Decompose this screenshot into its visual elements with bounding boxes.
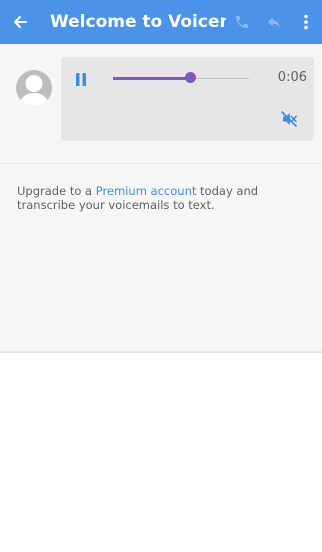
avatar	[16, 70, 52, 106]
section-divider	[0, 163, 322, 164]
mute-button[interactable]	[277, 107, 301, 131]
call-button[interactable]	[226, 0, 258, 44]
reply-button[interactable]	[258, 0, 290, 44]
seek-bar-track[interactable]	[191, 78, 249, 79]
back-button[interactable]	[0, 0, 40, 44]
content-bottom-divider	[0, 351, 322, 353]
seek-bar-thumb[interactable]	[185, 72, 196, 83]
playback-time: 0:06	[277, 70, 307, 85]
more-options-button[interactable]	[290, 0, 322, 44]
pause-button[interactable]	[71, 69, 91, 89]
back-arrow-icon	[14, 16, 27, 28]
more-vertical-icon	[304, 14, 308, 30]
speaker-muted-icon	[281, 111, 297, 127]
app-bar: Welcome to Voicem...	[0, 0, 322, 44]
page-title: Welcome to Voicem...	[50, 12, 226, 32]
upgrade-text-prefix: Upgrade to a	[17, 184, 96, 198]
upgrade-message: Upgrade to a Premium account today and t…	[17, 184, 317, 212]
reply-icon	[268, 17, 280, 28]
phone-icon	[236, 16, 248, 28]
seek-bar-progress[interactable]	[113, 77, 191, 80]
voicemail-player: 0:06	[61, 57, 314, 141]
person-icon	[19, 75, 49, 106]
pause-icon	[76, 72, 86, 86]
premium-account-link[interactable]: Premium account	[96, 184, 197, 198]
